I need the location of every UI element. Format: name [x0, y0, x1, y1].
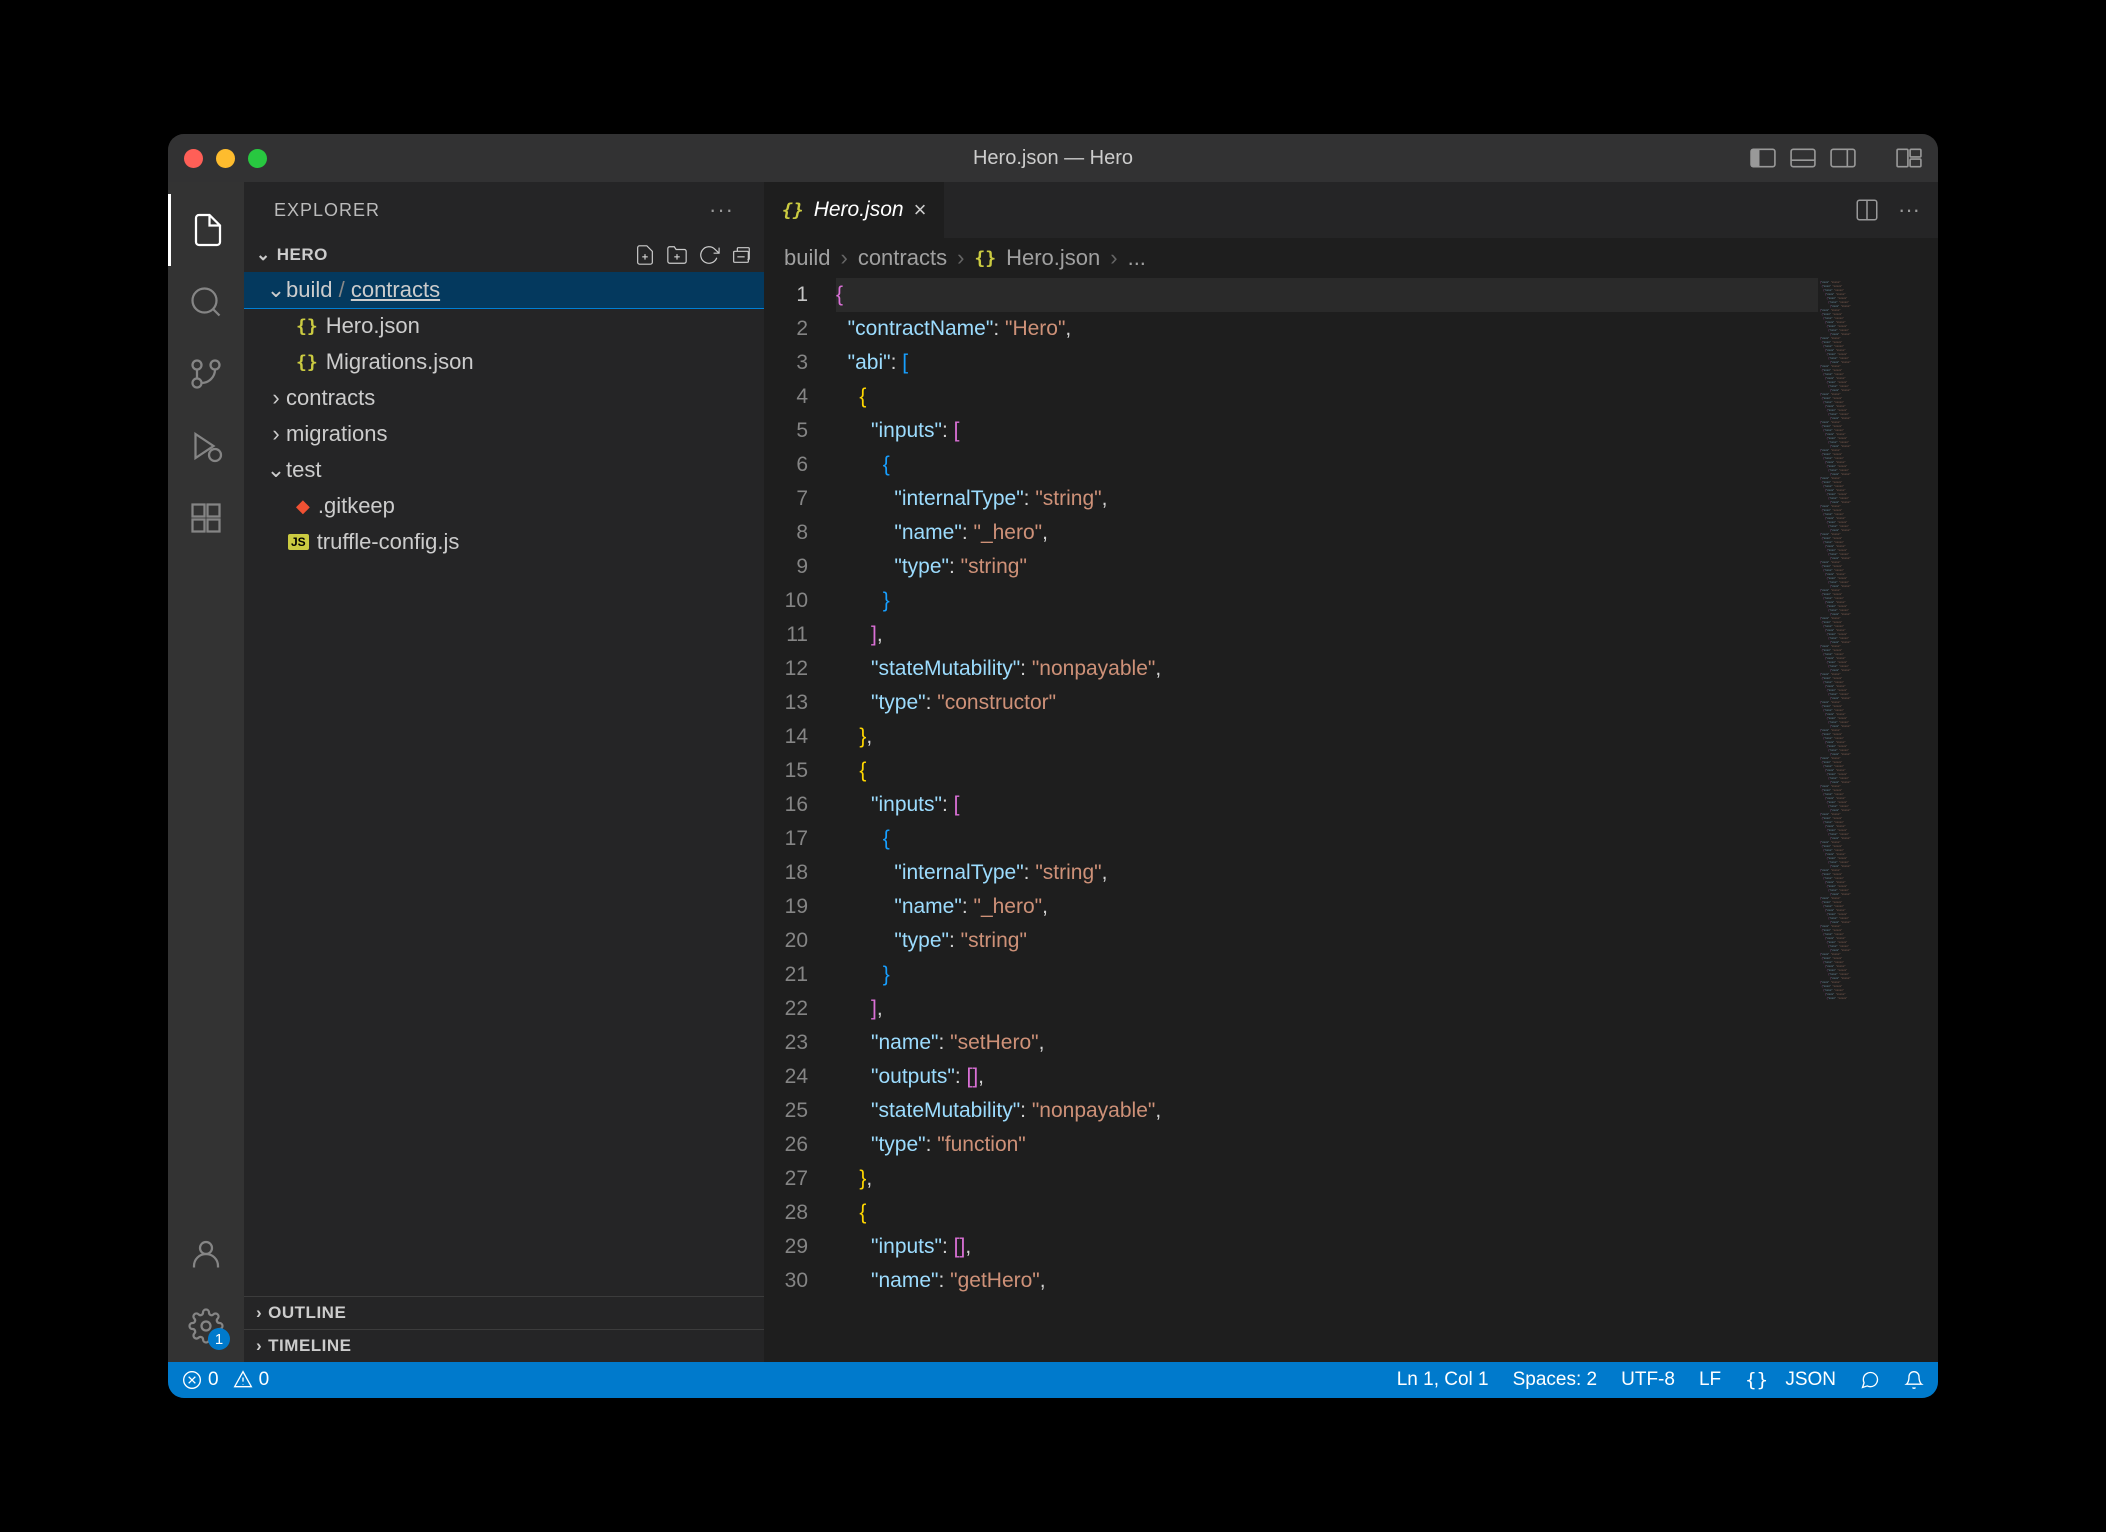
toggle-panel-icon[interactable]: [1790, 148, 1816, 168]
close-tab-button[interactable]: ×: [914, 197, 927, 223]
folder-test[interactable]: test: [244, 452, 764, 488]
settings-badge: 1: [208, 1328, 230, 1350]
status-feedback[interactable]: [1860, 1370, 1880, 1390]
json-icon: {}: [296, 352, 318, 373]
tab-label: Hero.json: [814, 198, 904, 222]
explorer-tab[interactable]: [168, 194, 244, 266]
json-icon: {}: [974, 248, 996, 269]
sidebar: EXPLORER ··· HERO build / contracts: [244, 182, 764, 1362]
refresh-icon[interactable]: [698, 244, 720, 266]
chevron-down-icon: [266, 277, 286, 303]
project-actions: [634, 244, 752, 266]
folder-contracts[interactable]: contracts: [244, 380, 764, 416]
breadcrumbs[interactable]: build › contracts › {} Hero.json › ...: [764, 238, 1938, 278]
folder-migrations[interactable]: migrations: [244, 416, 764, 452]
search-tab[interactable]: [168, 266, 244, 338]
git-icon: ◆: [296, 496, 310, 517]
git-branch-icon: [188, 356, 224, 392]
tab-hero-json[interactable]: {} Hero.json ×: [764, 182, 945, 238]
play-bug-icon: [188, 428, 224, 464]
window-title: Hero.json — Hero: [973, 147, 1133, 170]
breadcrumb-contracts[interactable]: contracts: [858, 245, 947, 271]
toggle-secondary-sidebar-icon[interactable]: [1830, 148, 1856, 168]
new-file-icon[interactable]: [634, 244, 656, 266]
minimap[interactable]: {"xxxx": "xxxxx", {"xxxx": "xxxxx", {"xx…: [1818, 278, 1938, 1362]
chevron-down-icon: [256, 245, 271, 265]
new-folder-icon[interactable]: [666, 244, 688, 266]
search-icon: [188, 284, 224, 320]
chevron-right-icon: [256, 1336, 262, 1356]
activity-bar: 1: [168, 182, 244, 1362]
code-content[interactable]: { "contractName": "Hero", "abi": [ { "in…: [836, 278, 1818, 1362]
accounts-button[interactable]: [168, 1218, 244, 1290]
line-gutter: 1234567891011121314151617181920212223242…: [764, 278, 836, 1362]
status-notifications[interactable]: [1904, 1370, 1924, 1390]
collapse-all-icon[interactable]: [730, 244, 752, 266]
toggle-sidebar-icon[interactable]: [1750, 148, 1776, 168]
breadcrumb-more[interactable]: ...: [1128, 245, 1146, 271]
files-icon: [190, 212, 226, 248]
sidebar-title-text: EXPLORER: [274, 200, 380, 221]
breadcrumb-file[interactable]: Hero.json: [1006, 245, 1100, 271]
tab-actions: ···: [1854, 182, 1938, 238]
folder-build-contracts[interactable]: build / contracts: [244, 272, 764, 308]
status-eol[interactable]: LF: [1699, 1369, 1721, 1391]
sidebar-more-button[interactable]: ···: [709, 197, 734, 223]
json-icon: {}: [782, 200, 804, 221]
file-truffle-config[interactable]: JS truffle-config.js: [244, 524, 764, 560]
sidebar-title: EXPLORER ···: [244, 182, 764, 238]
more-actions-button[interactable]: ···: [1898, 197, 1920, 223]
customize-layout-icon[interactable]: [1896, 148, 1922, 168]
close-window-button[interactable]: [184, 149, 203, 168]
status-errors[interactable]: 0: [182, 1369, 219, 1391]
timeline-section[interactable]: TIMELINE: [244, 1329, 764, 1362]
outline-section[interactable]: OUTLINE: [244, 1296, 764, 1329]
status-indentation[interactable]: Spaces: 2: [1513, 1369, 1598, 1391]
file-migrations-json[interactable]: {} Migrations.json: [244, 344, 764, 380]
project-name: HERO: [277, 245, 328, 265]
chevron-down-icon: [266, 457, 286, 483]
traffic-lights: [184, 149, 267, 168]
chevron-right-icon: [266, 421, 286, 447]
status-bar: 0 0 Ln 1, Col 1 Spaces: 2 UTF-8 LF {} JS…: [168, 1362, 1938, 1398]
js-icon: JS: [288, 534, 309, 550]
extensions-icon: [188, 500, 224, 536]
error-icon: [182, 1370, 202, 1390]
code-area[interactable]: 1234567891011121314151617181920212223242…: [764, 278, 1938, 1362]
person-icon: [188, 1236, 224, 1272]
breadcrumb-build[interactable]: build: [784, 245, 830, 271]
status-encoding[interactable]: UTF-8: [1621, 1369, 1675, 1391]
status-warnings[interactable]: 0: [233, 1369, 270, 1391]
chevron-right-icon: [256, 1303, 262, 1323]
editor-area: {} Hero.json × ··· build › contracts › {…: [764, 182, 1938, 1362]
status-cursor[interactable]: Ln 1, Col 1: [1397, 1369, 1489, 1391]
extensions-tab[interactable]: [168, 482, 244, 554]
main-area: 1 EXPLORER ··· HERO: [168, 182, 1938, 1362]
editor-tabs: {} Hero.json × ···: [764, 182, 1938, 238]
status-language[interactable]: {} JSON: [1745, 1369, 1836, 1391]
json-icon: {}: [296, 316, 318, 337]
titlebar: Hero.json — Hero: [168, 134, 1938, 182]
project-header[interactable]: HERO: [244, 238, 764, 272]
warning-icon: [233, 1370, 253, 1390]
settings-button[interactable]: 1: [168, 1290, 244, 1362]
file-gitkeep[interactable]: ◆ .gitkeep: [244, 488, 764, 524]
chevron-right-icon: [266, 385, 286, 411]
run-debug-tab[interactable]: [168, 410, 244, 482]
split-editor-icon[interactable]: [1854, 197, 1880, 223]
titlebar-actions: [1750, 148, 1922, 168]
source-control-tab[interactable]: [168, 338, 244, 410]
vscode-window: Hero.json — Hero: [168, 134, 1938, 1398]
file-tree: build / contracts {} Hero.json {} Migrat…: [244, 272, 764, 1296]
bell-icon: [1904, 1370, 1924, 1390]
feedback-icon: [1860, 1370, 1880, 1390]
minimize-window-button[interactable]: [216, 149, 235, 168]
maximize-window-button[interactable]: [248, 149, 267, 168]
file-hero-json[interactable]: {} Hero.json: [244, 308, 764, 344]
